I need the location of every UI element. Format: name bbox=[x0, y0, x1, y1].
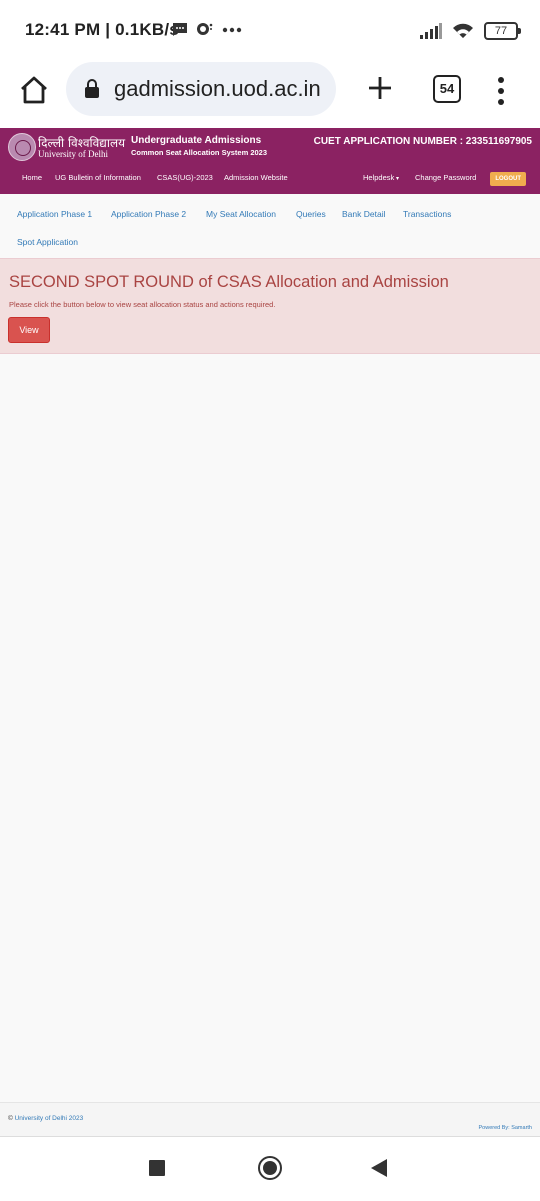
nav-csas[interactable]: CSAS(UG)-2023 bbox=[157, 173, 213, 182]
nav-helpdesk[interactable]: Helpdesk ▾ bbox=[363, 173, 399, 182]
footer-copyright: © University of Delhi 2023 bbox=[8, 1115, 83, 1122]
tab-switcher-button[interactable]: 54 bbox=[433, 75, 461, 103]
tab-queries[interactable]: Queries bbox=[296, 209, 326, 219]
clock: 12:41 PM bbox=[25, 20, 101, 39]
url-text: gadmission.uod.ac.in bbox=[114, 76, 321, 101]
copyright-symbol: © bbox=[8, 1115, 13, 1122]
page-footer: © University of Delhi 2023 Powered By: S… bbox=[0, 1102, 540, 1137]
chat-icon bbox=[197, 23, 213, 35]
header-subtitle: Common Seat Allocation System 2023 bbox=[131, 148, 268, 157]
browser-menu-icon[interactable] bbox=[496, 76, 506, 106]
university-name-english: University of Delhi bbox=[38, 149, 108, 159]
tab-application-phase-1[interactable]: Application Phase 1 bbox=[17, 209, 92, 219]
site-header: दिल्ली विश्वविद्यालय University of Delhi… bbox=[0, 128, 540, 194]
tab-application-phase-2[interactable]: Application Phase 2 bbox=[111, 209, 186, 219]
university-logo[interactable] bbox=[8, 133, 36, 161]
browser-toolbar: gadmission.uod.ac.in 54 bbox=[0, 62, 540, 128]
tab-transactions[interactable]: Transactions bbox=[403, 209, 451, 219]
back-icon[interactable] bbox=[371, 1159, 387, 1177]
wifi-icon bbox=[453, 23, 473, 38]
system-icons: 77 bbox=[420, 22, 521, 40]
new-tab-icon[interactable] bbox=[366, 74, 394, 102]
nav-helpdesk-label: Helpdesk bbox=[363, 173, 395, 182]
status-bar: 12:41 PM | 0.1KB/s 77 bbox=[0, 0, 540, 62]
nav-change-password[interactable]: Change Password bbox=[415, 173, 476, 182]
alert-message: Please click the button below to view se… bbox=[9, 300, 276, 309]
section-tabs: Application Phase 1 Application Phase 2 … bbox=[0, 194, 540, 256]
university-link[interactable]: University of Delhi 2023 bbox=[15, 1115, 84, 1122]
signal-icon bbox=[420, 23, 442, 39]
nav-ug-bulletin[interactable]: UG Bulletin of Information bbox=[55, 173, 141, 182]
home-circle-icon[interactable] bbox=[258, 1156, 282, 1180]
spot-round-alert: SECOND SPOT ROUND of CSAS Allocation and… bbox=[0, 258, 540, 354]
alert-heading: SECOND SPOT ROUND of CSAS Allocation and… bbox=[9, 273, 449, 291]
logout-button[interactable]: LOGOUT bbox=[490, 172, 526, 186]
tab-my-seat-allocation[interactable]: My Seat Allocation bbox=[206, 209, 276, 219]
more-notifications-icon bbox=[222, 27, 242, 32]
message-icon bbox=[173, 23, 187, 36]
caret-down-icon: ▾ bbox=[394, 176, 399, 182]
cuet-application-number: CUET APPLICATION NUMBER : 233511697905 bbox=[313, 136, 532, 147]
main-nav: Home UG Bulletin of Information CSAS(UG)… bbox=[0, 168, 540, 190]
system-navigation-bar bbox=[0, 1136, 540, 1201]
battery-icon: 77 bbox=[484, 22, 521, 40]
home-icon[interactable] bbox=[18, 74, 50, 106]
recent-apps-icon[interactable] bbox=[149, 1160, 165, 1176]
tab-bank-detail[interactable]: Bank Detail bbox=[342, 209, 385, 219]
tab-spot-application[interactable]: Spot Application bbox=[17, 237, 78, 247]
header-title: Undergraduate Admissions bbox=[131, 135, 262, 146]
status-time: 12:41 PM | 0.1KB/s bbox=[25, 20, 179, 40]
nav-admission-website[interactable]: Admission Website bbox=[224, 173, 288, 182]
main-content: Application Phase 1 Application Phase 2 … bbox=[0, 194, 540, 1102]
powered-by-link[interactable]: Powered By: Samarth bbox=[479, 1125, 533, 1131]
nav-home[interactable]: Home bbox=[22, 173, 42, 182]
notification-icons bbox=[172, 22, 242, 37]
address-bar[interactable]: gadmission.uod.ac.in bbox=[66, 62, 336, 116]
network-speed: | 0.1KB/s bbox=[105, 20, 179, 39]
lock-icon bbox=[85, 79, 99, 98]
view-button[interactable]: View bbox=[8, 317, 50, 343]
